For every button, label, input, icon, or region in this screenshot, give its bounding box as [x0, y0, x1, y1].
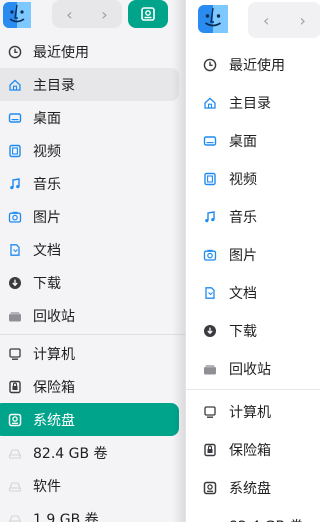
sidebar-item-home[interactable]: 主目录	[0, 68, 179, 101]
sidebar-item-label: 图片	[33, 209, 61, 226]
sidebar-item-trash[interactable]: 回收站	[0, 299, 186, 332]
sidebar-item-label: 82.4 GB 卷	[33, 445, 108, 462]
safe-icon	[8, 380, 22, 394]
clock-icon	[8, 45, 22, 59]
sidebar-item-label: 桌面	[229, 134, 257, 150]
sidebar-item-safe[interactable]: 保险箱	[186, 431, 320, 469]
sidebar-item-label: 下载	[229, 324, 257, 340]
sidebar-item-label: 系统盘	[33, 412, 75, 429]
sidebar-item-label: 82.4 GB 卷	[229, 516, 304, 522]
finder-logo-icon[interactable]	[198, 5, 228, 33]
back-arrow-icon[interactable]: ‹	[248, 2, 285, 38]
music-icon	[203, 210, 217, 224]
picture-icon	[8, 210, 22, 224]
sidebar-item-trash[interactable]: 回收站	[186, 350, 320, 388]
sidebar-item-label: 系统盘	[229, 481, 271, 497]
sidebar-item-label: 最近使用	[229, 58, 285, 74]
sidebar-item-label: 视频	[229, 172, 257, 188]
sidebar-item-label: 主目录	[229, 96, 271, 112]
sidebar-item-volume[interactable]: 82.4 GB 卷	[186, 507, 320, 522]
sidebar-divider	[186, 389, 320, 390]
sidebar-item-safe[interactable]: 保险箱	[0, 370, 186, 403]
sidebar-item-label: 视频	[33, 143, 61, 160]
sidebar-item-computer[interactable]: 计算机	[186, 393, 320, 431]
picture-icon	[203, 248, 217, 262]
sidebar-item-label: 下载	[33, 275, 61, 292]
system-disk-icon	[141, 7, 155, 21]
download-icon	[8, 276, 22, 290]
sidebar-item-label: 计算机	[33, 346, 75, 363]
sidebar-divider	[0, 334, 186, 335]
video-icon	[203, 172, 217, 186]
sidebar-item-clock[interactable]: 最近使用	[0, 35, 186, 68]
sidebar-item-label: 音乐	[33, 176, 61, 193]
sidebar-item-clock[interactable]: 最近使用	[186, 46, 320, 84]
sidebar-item-music[interactable]: 音乐	[186, 198, 320, 236]
sidebar-item-software-disk[interactable]: 软件	[0, 469, 186, 502]
sidebar-item-label: 最近使用	[33, 44, 89, 61]
back-arrow-icon[interactable]: ‹	[52, 0, 87, 28]
sidebar-item-label: 音乐	[229, 210, 257, 226]
sidebar-item-label: 回收站	[229, 362, 271, 378]
system-disk-icon	[203, 481, 217, 495]
forward-arrow-icon[interactable]: ›	[87, 0, 122, 28]
desktop-icon	[8, 111, 22, 125]
sidebar-item-label: 图片	[229, 248, 257, 264]
sidebar-item-music[interactable]: 音乐	[0, 167, 186, 200]
sidebar-item-document[interactable]: 文档	[0, 233, 186, 266]
desktop-icon	[203, 134, 217, 148]
clock-icon	[203, 58, 217, 72]
system-disk-icon	[8, 413, 22, 427]
sidebar-item-system-disk[interactable]: 系统盘	[186, 469, 320, 507]
sidebar-item-volume[interactable]: 82.4 GB 卷	[0, 436, 186, 469]
toolbar: ‹ ›	[0, 0, 186, 32]
sidebar-item-label: 文档	[33, 242, 61, 259]
sidebar-item-download[interactable]: 下载	[0, 266, 186, 299]
sidebar-item-label: 计算机	[229, 405, 271, 421]
sidebar-item-system-disk[interactable]: 系统盘	[0, 403, 179, 436]
software-disk-icon	[8, 479, 22, 493]
sidebar-item-label: 软件	[33, 478, 61, 495]
document-icon	[203, 286, 217, 300]
file-manager-window-back: ‹ › 最近使用主目录桌面视频音乐图片文档下载回收站计算机保险箱系统盘 82.4 …	[0, 0, 186, 522]
download-icon	[203, 324, 217, 338]
sidebar-item-video[interactable]: 视频	[0, 134, 186, 167]
sidebar-item-label: 回收站	[33, 308, 75, 325]
sidebar-item-label: 保险箱	[33, 379, 75, 396]
document-icon	[8, 243, 22, 257]
sidebar-item-label: 文档	[229, 286, 257, 302]
volume-icon	[8, 446, 22, 460]
volume-icon	[8, 512, 22, 522]
sidebar-item-desktop[interactable]: 桌面	[186, 122, 320, 160]
computer-icon	[8, 347, 22, 361]
sidebar-item-document[interactable]: 文档	[186, 274, 320, 312]
forward-arrow-icon[interactable]: ›	[285, 2, 320, 38]
music-icon	[8, 177, 22, 191]
sidebar-item-computer[interactable]: 计算机	[0, 337, 186, 370]
sidebar-item-label: 主目录	[33, 77, 75, 94]
file-manager-window-front: ‹ › 最近使用主目录桌面视频音乐图片文档下载回收站计算机保险箱系统盘 82.4 …	[185, 0, 320, 522]
home-icon	[203, 96, 217, 110]
system-disk-toolbar-button[interactable]	[128, 0, 168, 28]
sidebar-item-volume[interactable]: 1.9 GB 卷	[0, 502, 186, 522]
navigation-buttons: ‹ ›	[52, 0, 122, 28]
sidebar-item-label: 1.9 GB 卷	[33, 511, 99, 522]
navigation-buttons: ‹ ›	[248, 2, 320, 38]
home-icon	[8, 78, 22, 92]
sidebar-item-video[interactable]: 视频	[186, 160, 320, 198]
computer-icon	[203, 405, 217, 419]
sidebar-item-picture[interactable]: 图片	[0, 200, 186, 233]
finder-logo-icon[interactable]	[3, 2, 31, 28]
video-icon	[8, 144, 22, 158]
sidebar-item-picture[interactable]: 图片	[186, 236, 320, 274]
safe-icon	[203, 443, 217, 457]
sidebar-item-home[interactable]: 主目录	[186, 84, 320, 122]
trash-icon	[203, 362, 217, 376]
sidebar-item-download[interactable]: 下载	[186, 312, 320, 350]
trash-icon	[8, 309, 22, 323]
sidebar-item-desktop[interactable]: 桌面	[0, 101, 186, 134]
sidebar-item-label: 桌面	[33, 110, 61, 127]
sidebar-item-label: 保险箱	[229, 443, 271, 459]
